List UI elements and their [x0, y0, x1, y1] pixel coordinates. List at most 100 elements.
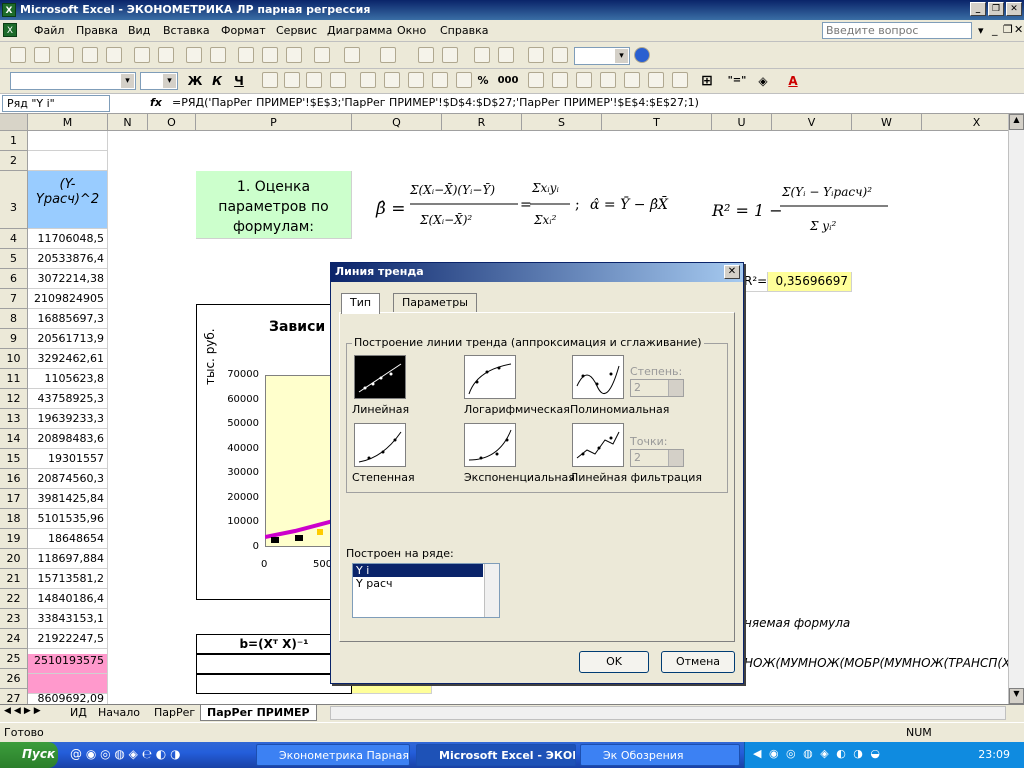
thousands-style-icon[interactable]: 000 — [496, 72, 520, 90]
menu-view[interactable]: Вид — [128, 24, 150, 37]
dialog-close-button[interactable]: ✕ — [724, 265, 740, 279]
equals-icon[interactable]: "=" — [726, 72, 748, 90]
points-spinner[interactable]: 2 — [630, 449, 684, 467]
row-header-16[interactable]: 16 — [0, 469, 28, 489]
row-header-1[interactable]: 1 — [0, 131, 28, 151]
row-header-19[interactable]: 19 — [0, 529, 28, 549]
moving-average-trend-icon[interactable] — [572, 423, 624, 467]
underline-button[interactable]: Ч — [230, 72, 248, 90]
scroll-up-icon[interactable]: ▲ — [1009, 114, 1024, 130]
degree-spinner[interactable]: 2 — [630, 379, 684, 397]
row-header-2[interactable]: 2 — [0, 151, 28, 171]
column-header-s[interactable]: S — [522, 114, 602, 131]
m-value-cell[interactable]: 3981425,84 — [28, 489, 108, 509]
ok-button[interactable]: OK — [579, 651, 649, 673]
taskbar-word-button[interactable]: Эконометрика Парная р... — [256, 744, 410, 766]
menu-edit[interactable]: Правка — [76, 24, 118, 37]
m-value-cell[interactable]: 2109824905 — [28, 289, 108, 309]
m-value-cell[interactable]: 18648654 — [28, 529, 108, 549]
linear-trend-icon[interactable] — [354, 355, 406, 399]
row-header-26[interactable]: 26 — [0, 669, 28, 689]
polynomial-label[interactable]: Полиномиальная — [570, 403, 669, 416]
row-header-21[interactable]: 21 — [0, 569, 28, 589]
redo-icon[interactable] — [380, 47, 396, 63]
decrease-decimal-icon[interactable] — [552, 72, 568, 88]
tab-parreg-example[interactable]: ПарРег ПРИМЕР — [200, 705, 317, 721]
drawing-icon[interactable] — [552, 47, 568, 63]
print-preview-icon[interactable] — [158, 47, 174, 63]
m-value-cell[interactable]: 20561713,9 — [28, 329, 108, 349]
row-header-18[interactable]: 18 — [0, 509, 28, 529]
m-value-cell[interactable]: 20533876,4 — [28, 249, 108, 269]
doc-restore-button[interactable]: ❐ — [1003, 23, 1013, 36]
series-item-ycalc[interactable]: Y расч — [353, 577, 499, 590]
increase-decimal-2-icon[interactable] — [528, 72, 544, 88]
fx-icon[interactable]: fx — [150, 96, 162, 109]
tray-icons[interactable]: ◀ ◉ ◎ ◍ ◈ ◐ ◑ ◒ — [753, 747, 882, 760]
workbook-icon[interactable]: X — [3, 23, 17, 37]
column-header-r[interactable]: R — [442, 114, 522, 131]
increase-decimal-icon[interactable] — [456, 72, 472, 88]
merge-center-icon[interactable] — [330, 72, 346, 88]
m-value-cell[interactable]: 3292462,61 — [28, 349, 108, 369]
column-header-w[interactable]: W — [852, 114, 922, 131]
autosum-icon[interactable] — [442, 47, 458, 63]
print-icon[interactable] — [134, 47, 150, 63]
column-header-o[interactable]: O — [148, 114, 196, 131]
tab-start[interactable]: Начало — [92, 705, 146, 721]
percent-icon[interactable] — [408, 72, 424, 88]
logarithmic-trend-icon[interactable] — [464, 355, 516, 399]
save-icon[interactable] — [58, 47, 74, 63]
tab-parameters[interactable]: Параметры — [393, 293, 477, 313]
tab-scroll-icons[interactable]: ◀◀▶▶ — [4, 706, 44, 716]
m-header-cell[interactable]: (Y-Yрасч)^2 — [28, 171, 108, 229]
name-box[interactable]: Ряд "Y i" — [2, 95, 110, 112]
r2-value[interactable]: 0,35696697 — [768, 272, 852, 292]
new-icon[interactable] — [10, 47, 26, 63]
m-value-cell[interactable]: 19639233,3 — [28, 409, 108, 429]
m-value-cell[interactable]: 11706048,5 — [28, 229, 108, 249]
bold-button[interactable]: Ж — [186, 72, 204, 90]
spelling-icon[interactable] — [186, 47, 202, 63]
row-header-12[interactable]: 12 — [0, 389, 28, 409]
sort-ascending-icon[interactable] — [474, 47, 490, 63]
help-icon[interactable] — [634, 47, 650, 63]
series-item-yi[interactable]: Y i — [353, 564, 483, 577]
m-value-cell[interactable]: 21922247,5 — [28, 629, 108, 649]
m-value-cell[interactable]: 5101535,96 — [28, 509, 108, 529]
euro-icon[interactable] — [384, 72, 400, 88]
m-value-cell[interactable]: 20874560,3 — [28, 469, 108, 489]
m-value-cell[interactable]: 118697,884 — [28, 549, 108, 569]
column-header-x[interactable]: X — [922, 114, 1008, 131]
font-size-combo[interactable] — [140, 72, 178, 90]
m-value-cell[interactable]: 16885697,3 — [28, 309, 108, 329]
row-header-5[interactable]: 5 — [0, 249, 28, 269]
row-header-4[interactable]: 4 — [0, 229, 28, 249]
row-header-20[interactable]: 20 — [0, 549, 28, 569]
row-header-9[interactable]: 9 — [0, 329, 28, 349]
format-c-icon[interactable] — [672, 72, 688, 88]
align-center-icon[interactable] — [284, 72, 300, 88]
menu-chart[interactable]: Диаграмма — [327, 24, 392, 37]
row-header-15[interactable]: 15 — [0, 449, 28, 469]
row-header-8[interactable]: 8 — [0, 309, 28, 329]
close-button[interactable]: ✕ — [1006, 2, 1022, 16]
row-header-25[interactable]: 25 — [0, 649, 28, 669]
m-value-cell[interactable]: 15713581,2 — [28, 569, 108, 589]
italic-button[interactable]: К — [208, 72, 226, 90]
b-matrix-cell[interactable] — [196, 654, 352, 674]
dropdown-arrow-icon[interactable]: ▾ — [978, 24, 984, 37]
formula-input[interactable]: =РЯД('ПарРег ПРИМЕР'!$E$3;'ПарРег ПРИМЕР… — [172, 96, 699, 109]
row-header-24[interactable]: 24 — [0, 629, 28, 649]
start-button[interactable]: Пуск — [0, 742, 58, 768]
column-header-u[interactable]: U — [712, 114, 772, 131]
comma-style-icon[interactable] — [432, 72, 448, 88]
m-pink-cell[interactable] — [28, 674, 108, 694]
exponential-label[interactable]: Экспоненциальная — [464, 471, 575, 484]
m-value-cell[interactable]: 14840186,4 — [28, 589, 108, 609]
cancel-button[interactable]: Отмена — [661, 651, 735, 673]
m-value-cell[interactable]: 1105623,8 — [28, 369, 108, 389]
embedded-chart[interactable]: Зависи тыс. руб. 70000 60000 50000 40000 300… — [196, 304, 333, 600]
font-name-combo[interactable] — [10, 72, 136, 90]
quicklaunch-icons[interactable]: @ ◉ ◎ ◍ ◈ ℮ ◐ ◑ — [70, 747, 181, 761]
